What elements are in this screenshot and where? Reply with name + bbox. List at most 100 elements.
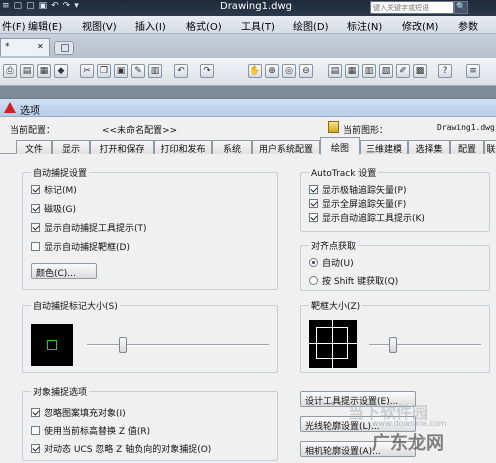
- options-tabs: 文件 显示 打开和保存 打印和发布 系统 用户系统配置 绘图 三维建模 选择集 …: [0, 137, 496, 155]
- menu-tools[interactable]: 工具(T): [241, 18, 275, 33]
- design-center-icon[interactable]: ▦: [345, 64, 359, 78]
- redo-icon[interactable]: ↷: [200, 64, 214, 78]
- tab-plot-publish[interactable]: 打印和发布: [154, 140, 212, 155]
- checkbox-box[interactable]: [31, 408, 40, 417]
- save-icon[interactable]: ▣: [39, 1, 48, 11]
- aperture-size-group: 靶框大小(Z): [300, 299, 490, 373]
- radio-button[interactable]: [309, 258, 318, 267]
- options-dialog: 选项 当前配置： <<未命名配置>> 当前图形： Drawing1.dwg 文件…: [0, 98, 496, 463]
- print-preview-icon[interactable]: ▤: [20, 64, 34, 78]
- tab-online[interactable]: 联: [484, 140, 496, 154]
- autosnap-settings-group: 自动捕捉设置 标记(M) 磁吸(G) 显示自动捕捉工具提示(T) 显示自动捕捉靶…: [22, 166, 278, 290]
- fullscreen-tracking-checkbox[interactable]: 显示全屏追踪矢量(F): [309, 197, 406, 210]
- dialog-titlebar: 选项: [0, 99, 496, 117]
- zoom-previous-icon[interactable]: ⊖: [299, 64, 313, 78]
- autosnap-aperture-checkbox[interactable]: 显示自动捕捉靶框(D): [31, 240, 130, 253]
- marker-preview: [31, 324, 73, 366]
- pan-icon[interactable]: ✋: [248, 64, 262, 78]
- checkbox-box[interactable]: [31, 426, 40, 435]
- current-drawing-value: Drawing1.dwg: [437, 123, 495, 132]
- dialog-title: 选项: [20, 106, 40, 117]
- quickcalc-icon[interactable]: ▩: [413, 64, 427, 78]
- layer-icon[interactable]: ≡: [466, 64, 480, 78]
- copy-icon[interactable]: ❐: [97, 64, 111, 78]
- magnet-checkbox[interactable]: 磁吸(G): [31, 202, 76, 215]
- menu-modify[interactable]: 修改(M): [402, 18, 438, 33]
- document-tab[interactable]: * ✕: [0, 38, 50, 56]
- aperture-size-slider-thumb[interactable]: [389, 337, 397, 353]
- checkbox-box[interactable]: [31, 204, 40, 213]
- polar-tracking-label: 显示极轴追踪矢量(P): [322, 186, 407, 196]
- help-icon[interactable]: ?: [438, 64, 452, 78]
- match-properties-icon[interactable]: ✎: [131, 64, 145, 78]
- menu-insert[interactable]: 插入(I): [135, 18, 166, 33]
- redo-icon[interactable]: ↷: [63, 1, 71, 11]
- properties-icon[interactable]: ▤: [328, 64, 342, 78]
- checkbox-box[interactable]: [309, 199, 318, 208]
- tab-profiles[interactable]: 配置: [450, 140, 484, 155]
- cut-icon[interactable]: ✂: [80, 64, 94, 78]
- paste-icon[interactable]: ▣: [114, 64, 128, 78]
- tab-3d-modeling[interactable]: 三维建模: [360, 140, 408, 155]
- open-icon[interactable]: ▢: [26, 1, 35, 11]
- marker-size-slider-thumb[interactable]: [119, 337, 127, 353]
- radio-button[interactable]: [309, 276, 318, 285]
- aperture-size-title: 靶框大小(Z): [309, 299, 363, 312]
- ignore-hatch-checkbox[interactable]: 忽略图案填充对象(I): [31, 406, 126, 419]
- automatic-radio[interactable]: 自动(U): [309, 256, 354, 269]
- tab-files[interactable]: 文件: [16, 140, 52, 155]
- menu-edit[interactable]: 编辑(E): [28, 18, 62, 33]
- checkbox-box[interactable]: [31, 242, 40, 251]
- 3d-print-icon[interactable]: ◆: [54, 64, 68, 78]
- block-editor-icon[interactable]: ▥: [148, 64, 162, 78]
- markup-icon[interactable]: ✐: [396, 64, 410, 78]
- search-icon[interactable]: 🔍: [454, 1, 468, 14]
- menu-file[interactable]: 件(F): [2, 18, 26, 33]
- undo-icon[interactable]: ↶: [51, 1, 59, 11]
- menu-parametric[interactable]: 参数: [458, 18, 478, 33]
- tool-palettes-icon[interactable]: ▥: [362, 64, 376, 78]
- tab-user-preferences[interactable]: 用户系统配置: [252, 140, 320, 155]
- polar-tracking-checkbox[interactable]: 显示极轴追踪矢量(P): [309, 183, 406, 196]
- new-tab-button[interactable]: [54, 41, 74, 55]
- checkbox-box[interactable]: [31, 223, 40, 232]
- checkbox-box[interactable]: [31, 185, 40, 194]
- tab-system[interactable]: 系统: [212, 140, 252, 155]
- search-input[interactable]: 键入关键字或短语: [370, 1, 454, 14]
- aperture-size-slider[interactable]: [369, 344, 481, 346]
- marker-size-slider[interactable]: [87, 344, 269, 346]
- close-icon[interactable]: ✕: [37, 42, 44, 51]
- checkbox-box[interactable]: [309, 213, 318, 222]
- menu-dimension[interactable]: 标注(N): [347, 18, 382, 33]
- new-icon[interactable]: ▢: [14, 1, 23, 11]
- menu-view[interactable]: 视图(V): [82, 18, 117, 33]
- menu-format[interactable]: 格式(O): [186, 18, 222, 33]
- menu-bar: 件(F) 编辑(E) 视图(V) 插入(I) 格式(O) 工具(T) 绘图(D)…: [0, 16, 496, 34]
- app-menu-icon[interactable]: ≡: [2, 1, 10, 11]
- shift-acquire-radio[interactable]: 按 Shift 键获取(Q): [309, 274, 398, 287]
- sheet-set-icon[interactable]: ▧: [379, 64, 393, 78]
- zoom-window-icon[interactable]: ◎: [282, 64, 296, 78]
- marker-checkbox[interactable]: 标记(M): [31, 183, 77, 196]
- menu-draw[interactable]: 绘图(D): [293, 18, 329, 33]
- shift-acquire-label: 按 Shift 键获取(Q): [322, 277, 399, 287]
- tab-selection[interactable]: 选择集: [408, 140, 450, 155]
- printer-icon[interactable]: ⎙: [3, 64, 17, 78]
- checkbox-box[interactable]: [31, 444, 40, 453]
- crosshair-h: [309, 343, 357, 344]
- marker-size-title: 自动捕捉标记大小(S): [31, 299, 120, 312]
- undo-icon[interactable]: ↶: [174, 64, 188, 78]
- tab-open-save[interactable]: 打开和保存: [90, 140, 154, 155]
- tab-display[interactable]: 显示: [52, 140, 90, 155]
- autosnap-tooltip-checkbox[interactable]: 显示自动捕捉工具提示(T): [31, 221, 147, 234]
- publish-icon[interactable]: ▦: [37, 64, 51, 78]
- ignore-negative-z-checkbox[interactable]: 对动态 UCS 忽略 Z 轴负向的对象捕捉(O): [31, 442, 211, 455]
- colors-button[interactable]: 颜色(C)...: [31, 263, 97, 279]
- autotrack-tooltip-checkbox[interactable]: 显示自动追踪工具提示(K): [309, 211, 425, 224]
- checkbox-box[interactable]: [309, 185, 318, 194]
- replace-z-checkbox[interactable]: 使用当前标高替换 Z 值(R): [31, 424, 150, 437]
- tab-drafting[interactable]: 绘图: [320, 137, 360, 155]
- quick-access-dropdown-icon[interactable]: ▾: [74, 1, 79, 11]
- marker-square-icon: [47, 340, 57, 350]
- zoom-realtime-icon[interactable]: ⊕: [265, 64, 279, 78]
